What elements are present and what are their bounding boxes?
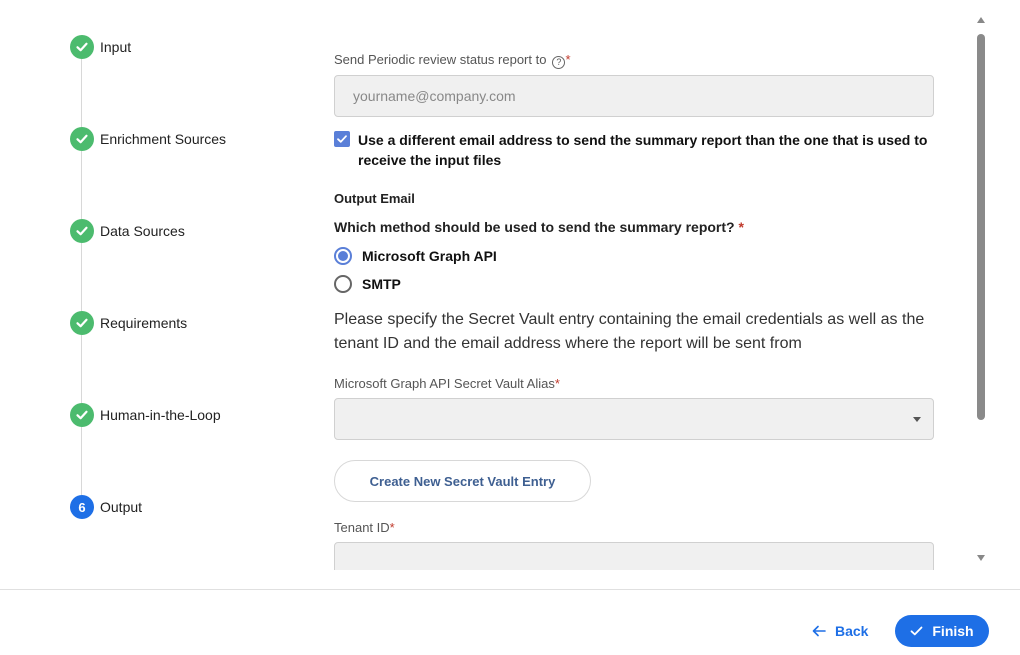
back-button[interactable]: Back <box>812 620 868 642</box>
step-label: Enrichment Sources <box>100 131 227 147</box>
form-content: Send Periodic review status report to? * … <box>334 0 934 570</box>
scroll-up-arrow-icon[interactable] <box>977 17 985 23</box>
step-label: Input <box>100 39 132 55</box>
different-email-option[interactable]: Use a different email address to send th… <box>334 130 934 170</box>
output-email-title: Output Email <box>334 191 415 206</box>
tenant-id-label: Tenant ID* <box>334 520 395 535</box>
step-label: Requirements <box>100 315 188 331</box>
method-question: Which method should be used to send the … <box>334 219 744 235</box>
report-to-placeholder: yourname@company.com <box>353 88 516 104</box>
create-vault-entry-button[interactable]: Create New Secret Vault Entry <box>334 460 591 502</box>
check-icon <box>910 626 923 636</box>
check-icon <box>70 403 94 427</box>
report-to-input[interactable]: yourname@company.com <box>334 75 934 117</box>
step-requirements[interactable]: Requirements <box>70 311 187 335</box>
step-number-badge: 6 <box>70 495 94 519</box>
step-label: Output <box>100 499 143 515</box>
stepper-connector <box>81 59 82 127</box>
step-input[interactable]: Input <box>70 35 131 59</box>
radio-microsoft-graph-api[interactable]: Microsoft Graph API <box>334 247 497 265</box>
help-icon[interactable]: ? <box>552 55 566 69</box>
vault-alias-label: Microsoft Graph API Secret Vault Alias* <box>334 376 560 391</box>
vertical-scrollbar[interactable] <box>975 14 987 564</box>
arrow-left-icon <box>812 625 826 637</box>
stepper-connector <box>81 335 82 403</box>
step-enrichment-sources[interactable]: Enrichment Sources <box>70 127 226 151</box>
step-human-in-the-loop[interactable]: Human-in-the-Loop <box>70 403 221 427</box>
checkmark-icon <box>337 135 347 143</box>
finish-button[interactable]: Finish <box>895 615 989 647</box>
stepper-connector <box>81 151 82 219</box>
different-email-checkbox[interactable] <box>334 131 350 147</box>
radio-label: Microsoft Graph API <box>362 248 497 264</box>
stepper-connector <box>81 243 82 311</box>
caret-down-icon <box>913 417 921 422</box>
step-label: Human-in-the-Loop <box>100 407 221 423</box>
scrollbar-thumb[interactable] <box>977 34 985 420</box>
back-label: Back <box>835 623 869 639</box>
vault-description: Please specify the Secret Vault entry co… <box>334 311 925 352</box>
check-icon <box>70 127 94 151</box>
check-icon <box>70 219 94 243</box>
radio-button[interactable] <box>334 247 352 265</box>
scroll-down-arrow-icon[interactable] <box>977 555 985 561</box>
different-email-label: Use a different email address to send th… <box>358 132 928 168</box>
step-output[interactable]: 6 Output <box>70 495 142 519</box>
radio-button[interactable] <box>334 275 352 293</box>
wizard-stepper: Input Enrichment Sources Data Sources Re… <box>0 0 300 590</box>
tenant-id-input[interactable] <box>334 542 934 570</box>
report-to-label: Send Periodic review status report to? * <box>334 52 571 69</box>
radio-label: SMTP <box>362 276 401 292</box>
check-icon <box>70 311 94 335</box>
step-data-sources[interactable]: Data Sources <box>70 219 185 243</box>
step-label: Data Sources <box>100 223 185 239</box>
radio-smtp[interactable]: SMTP <box>334 275 401 293</box>
stepper-connector <box>81 427 82 495</box>
finish-label: Finish <box>932 623 974 639</box>
scrollbar-track[interactable] <box>975 30 987 548</box>
check-icon <box>70 35 94 59</box>
vault-alias-select[interactable] <box>334 398 934 440</box>
